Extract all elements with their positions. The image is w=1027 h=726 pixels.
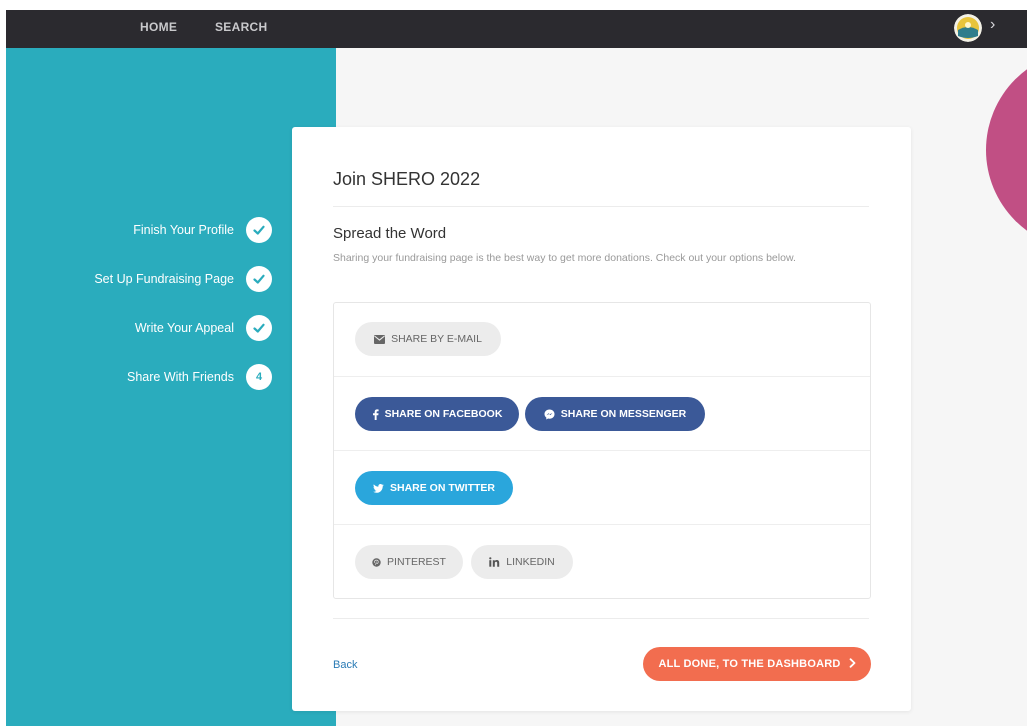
share-email-button[interactable]: SHARE BY E-MAIL xyxy=(355,322,501,356)
envelope-icon xyxy=(374,334,386,344)
share-row-email: SHARE BY E-MAIL xyxy=(334,303,870,377)
step-finish-profile[interactable]: Finish Your Profile xyxy=(6,217,272,247)
decorative-pink-circle xyxy=(986,50,1027,250)
step-label: Share With Friends xyxy=(127,370,234,384)
step-setup-fundraising[interactable]: Set Up Fundraising Page xyxy=(6,266,272,296)
share-pinterest-button[interactable]: PINTEREST xyxy=(355,545,463,579)
twitter-icon xyxy=(373,483,384,493)
step-label: Set Up Fundraising Page xyxy=(94,272,234,286)
account-chevron-icon[interactable]: › xyxy=(990,16,995,34)
share-facebook-label: SHARE ON FACEBOOK xyxy=(384,408,503,420)
section-description: Sharing your fundraising page is the bes… xyxy=(333,252,796,264)
share-row-facebook: SHARE ON FACEBOOK SHARE ON MESSENGER xyxy=(334,377,870,451)
top-navbar: HOME SEARCH › xyxy=(6,10,1027,48)
section-title: Spread the Word xyxy=(333,225,447,242)
nav-search-link[interactable]: SEARCH xyxy=(215,20,267,34)
share-linkedin-button[interactable]: LINKEDIN xyxy=(471,545,573,579)
nav-home-link[interactable]: HOME xyxy=(140,20,177,34)
dashboard-button[interactable]: ALL DONE, TO THE DASHBOARD xyxy=(643,647,871,681)
check-icon xyxy=(246,217,272,243)
pinterest-icon xyxy=(372,557,381,567)
back-link[interactable]: Back xyxy=(333,659,357,671)
step-write-appeal[interactable]: Write Your Appeal xyxy=(6,315,272,345)
progress-sidebar: Finish Your Profile Set Up Fundraising P… xyxy=(6,48,336,726)
share-row-other: PINTEREST LINKEDIN xyxy=(334,525,870,599)
share-linkedin-label: LINKEDIN xyxy=(506,556,555,568)
card-title: Join SHERO 2022 xyxy=(333,169,481,189)
app-frame: HOME SEARCH › Finish Your Profile Set Up… xyxy=(6,10,1027,726)
title-divider xyxy=(333,206,869,207)
avatar-image-icon xyxy=(954,14,982,42)
messenger-icon xyxy=(544,409,555,420)
facebook-icon xyxy=(372,408,379,420)
step-label: Finish Your Profile xyxy=(133,223,234,237)
step-label: Write Your Appeal xyxy=(134,321,234,335)
share-email-label: SHARE BY E-MAIL xyxy=(391,333,482,345)
step-share-friends[interactable]: Share With Friends 4 xyxy=(6,364,272,394)
step-number-badge: 4 xyxy=(246,364,272,390)
share-twitter-button[interactable]: SHARE ON TWITTER xyxy=(355,471,513,505)
share-messenger-label: SHARE ON MESSENGER xyxy=(560,408,687,420)
share-card: Join SHERO 2022 Spread the Word Sharing … xyxy=(292,127,911,711)
step-number: 4 xyxy=(255,371,263,383)
chevron-right-icon xyxy=(849,657,856,671)
footer-divider xyxy=(333,618,869,619)
share-options-box: SHARE BY E-MAIL SHARE ON FACEBOOK SHARE … xyxy=(333,302,871,599)
dashboard-button-label: ALL DONE, TO THE DASHBOARD xyxy=(658,658,841,670)
share-facebook-button[interactable]: SHARE ON FACEBOOK xyxy=(355,397,519,431)
check-icon xyxy=(246,315,272,341)
check-icon xyxy=(246,266,272,292)
share-messenger-button[interactable]: SHARE ON MESSENGER xyxy=(525,397,705,431)
share-pinterest-label: PINTEREST xyxy=(387,556,446,568)
linkedin-icon xyxy=(489,557,500,567)
share-twitter-label: SHARE ON TWITTER xyxy=(390,482,495,494)
user-avatar[interactable] xyxy=(954,14,982,42)
share-row-twitter: SHARE ON TWITTER xyxy=(334,451,870,525)
